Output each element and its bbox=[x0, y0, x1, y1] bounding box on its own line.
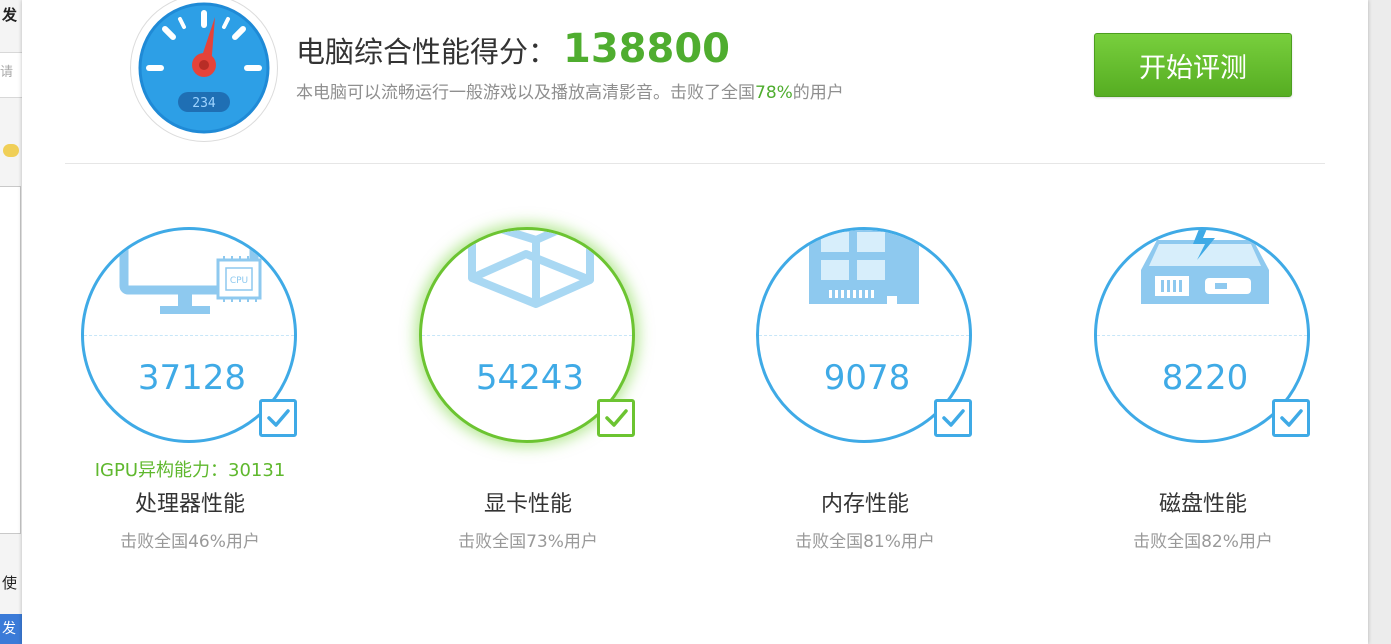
description-prefix: 本电脑可以流畅运行一般游戏以及播放高清影音。击败了全国 bbox=[296, 83, 755, 103]
cpu-checkbox[interactable] bbox=[259, 399, 297, 437]
memory-rank-text: 击败全国81%用户 bbox=[795, 532, 935, 552]
start-benchmark-button[interactable]: 开始评测 bbox=[1094, 33, 1292, 97]
benchmark-panel: 234 电脑综合性能得分： 138800 本电脑可以流畅运行一般游戏以及播放高清… bbox=[22, 0, 1368, 644]
overall-score-value: 138800 bbox=[563, 26, 731, 72]
gpu-rank-text: 击败全国73%用户 bbox=[458, 532, 598, 552]
disk-drive-icon bbox=[1141, 230, 1269, 304]
disk-performance-card[interactable]: 8220 磁盘性能 击败全国82%用户 bbox=[1073, 227, 1313, 567]
circle-divider bbox=[422, 335, 632, 336]
disk-checkbox[interactable] bbox=[1272, 399, 1310, 437]
memory-score-value: 9078 bbox=[823, 358, 911, 398]
header-divider bbox=[65, 163, 1325, 164]
description-percent: 78% bbox=[755, 83, 793, 103]
disk-rank-text: 击败全国82%用户 bbox=[1133, 532, 1273, 552]
background-textarea[interactable] bbox=[0, 186, 21, 534]
background-input-field[interactable]: 请填 bbox=[0, 52, 23, 98]
comment-bubble-icon bbox=[3, 144, 19, 157]
check-icon bbox=[267, 409, 290, 427]
check-icon bbox=[942, 409, 965, 427]
memory-checkbox[interactable] bbox=[934, 399, 972, 437]
description-suffix: 的用户 bbox=[792, 83, 844, 103]
overall-score-heading: 电脑综合性能得分： 138800 bbox=[296, 26, 730, 72]
overall-score-description: 本电脑可以流畅运行一般游戏以及播放高清影音。击败了全国78%的用户 bbox=[296, 78, 844, 103]
check-icon bbox=[605, 409, 628, 427]
check-icon bbox=[1280, 409, 1303, 427]
circle-divider bbox=[759, 335, 969, 336]
background-submit-button[interactable]: 发 bbox=[0, 614, 22, 644]
gauge-reading: 234 bbox=[192, 96, 216, 111]
overall-score-label: 电脑综合性能得分： bbox=[296, 35, 558, 69]
memory-performance-card[interactable]: 9078 内存性能 击败全国81%用户 bbox=[735, 227, 975, 567]
speedometer-icon: 234 bbox=[130, 0, 278, 142]
gpu-checkbox[interactable] bbox=[597, 399, 635, 437]
memory-performance-label: 内存性能 bbox=[820, 492, 909, 517]
disk-performance-label: 磁盘性能 bbox=[1158, 492, 1247, 517]
cpu-score-value: 37128 bbox=[137, 358, 247, 398]
circle-divider bbox=[84, 335, 294, 336]
memory-chip-icon bbox=[809, 230, 919, 304]
background-text-fragment: 使 bbox=[2, 574, 18, 592]
gpu-performance-label: 显卡性能 bbox=[483, 492, 572, 517]
background-input-placeholder: 请填 bbox=[0, 65, 14, 80]
gpu-score-value: 54243 bbox=[475, 358, 585, 398]
svg-text:CPU: CPU bbox=[230, 276, 248, 286]
cpu-rank-text: 击败全国46%用户 bbox=[120, 532, 260, 552]
circle-divider bbox=[1097, 335, 1307, 336]
cpu-performance-card[interactable]: CPU 37128 IGPU异构能力：30131 处理器性能 击败全国46%用户 bbox=[60, 227, 300, 567]
gpu-cube-icon bbox=[468, 230, 594, 308]
cpu-performance-label: 处理器性能 bbox=[134, 492, 245, 517]
background-page: 发 请填 使 发 bbox=[0, 0, 23, 644]
cpu-monitor-icon: CPU bbox=[119, 230, 262, 314]
background-text-fragment: 发 bbox=[2, 6, 18, 24]
igpu-capability-text: IGPU异构能力：30131 bbox=[94, 460, 286, 481]
disk-score-value: 8220 bbox=[1161, 358, 1249, 398]
gpu-performance-card[interactable]: 54243 显卡性能 击败全国73%用户 bbox=[398, 227, 638, 567]
